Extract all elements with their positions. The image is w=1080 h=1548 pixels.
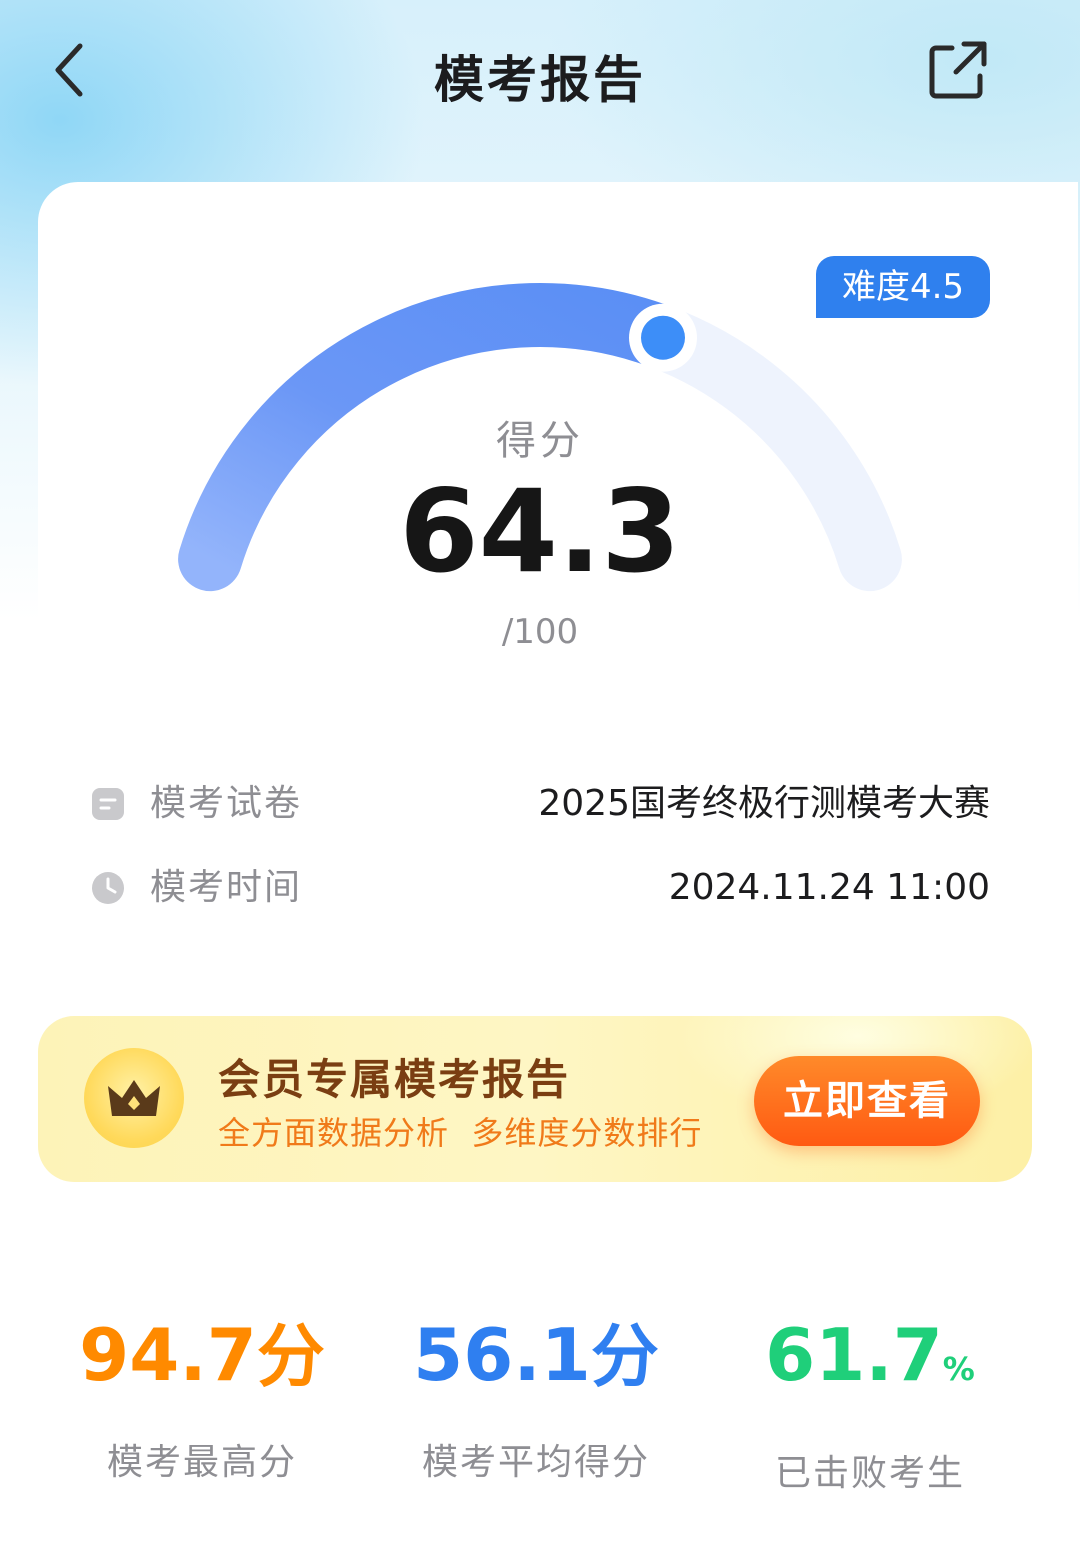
stat-beaten-label: 已击败考生 [774,1453,965,1494]
view-now-button[interactable]: 立即查看 [754,1056,980,1146]
stat-highest-value: 94.7分 [42,1310,362,1403]
vip-title: 会员专属模考报告 [218,1055,571,1104]
stat-beaten-value: 61.7% [710,1310,1030,1414]
clock-icon [92,872,124,904]
stat-beaten-number: 61.7 [765,1313,943,1397]
stat-beaten-unit: % [942,1350,975,1388]
exam-time-value: 2024.11.24 11:00 [668,867,990,908]
stat-average-number: 56.1 [413,1313,591,1397]
exam-paper-row: 模考试卷 2025国考终极行测模考大赛 [90,778,990,830]
stat-average-value: 56.1分 [376,1310,696,1403]
crown-icon [108,1080,160,1116]
stat-beaten-percent: 61.7% 已击败考生 [710,1310,1030,1496]
crown-badge [84,1048,184,1148]
stat-highest-label: 模考最高分 [106,1442,297,1483]
exam-paper-label: 模考试卷 [150,783,303,824]
stat-average-score: 56.1分 模考平均得分 [376,1310,696,1485]
score-label: 得分 [496,418,584,464]
document-icon [92,788,124,820]
stat-average-unit: 分 [590,1318,659,1397]
score-total: /100 [501,612,579,652]
stat-highest-number: 94.7 [79,1313,257,1397]
stat-highest-unit: 分 [256,1318,325,1397]
score-value: 64.3 [399,465,681,598]
difficulty-badge: 难度4.5 [816,256,990,318]
exam-time-label: 模考时间 [150,867,303,908]
stat-average-label: 模考平均得分 [421,1442,650,1483]
vip-report-banner[interactable]: 会员专属模考报告 全方面数据分析 多维度分数排行 立即查看 [38,1016,1032,1182]
vip-subtitle: 全方面数据分析 多维度分数排行 [218,1114,703,1152]
exam-time-row: 模考时间 2024.11.24 11:00 [90,862,990,914]
stat-highest-score: 94.7分 模考最高分 [42,1310,362,1485]
gauge-end-knob [629,303,697,372]
exam-paper-value: 2025国考终极行测模考大赛 [538,783,990,824]
